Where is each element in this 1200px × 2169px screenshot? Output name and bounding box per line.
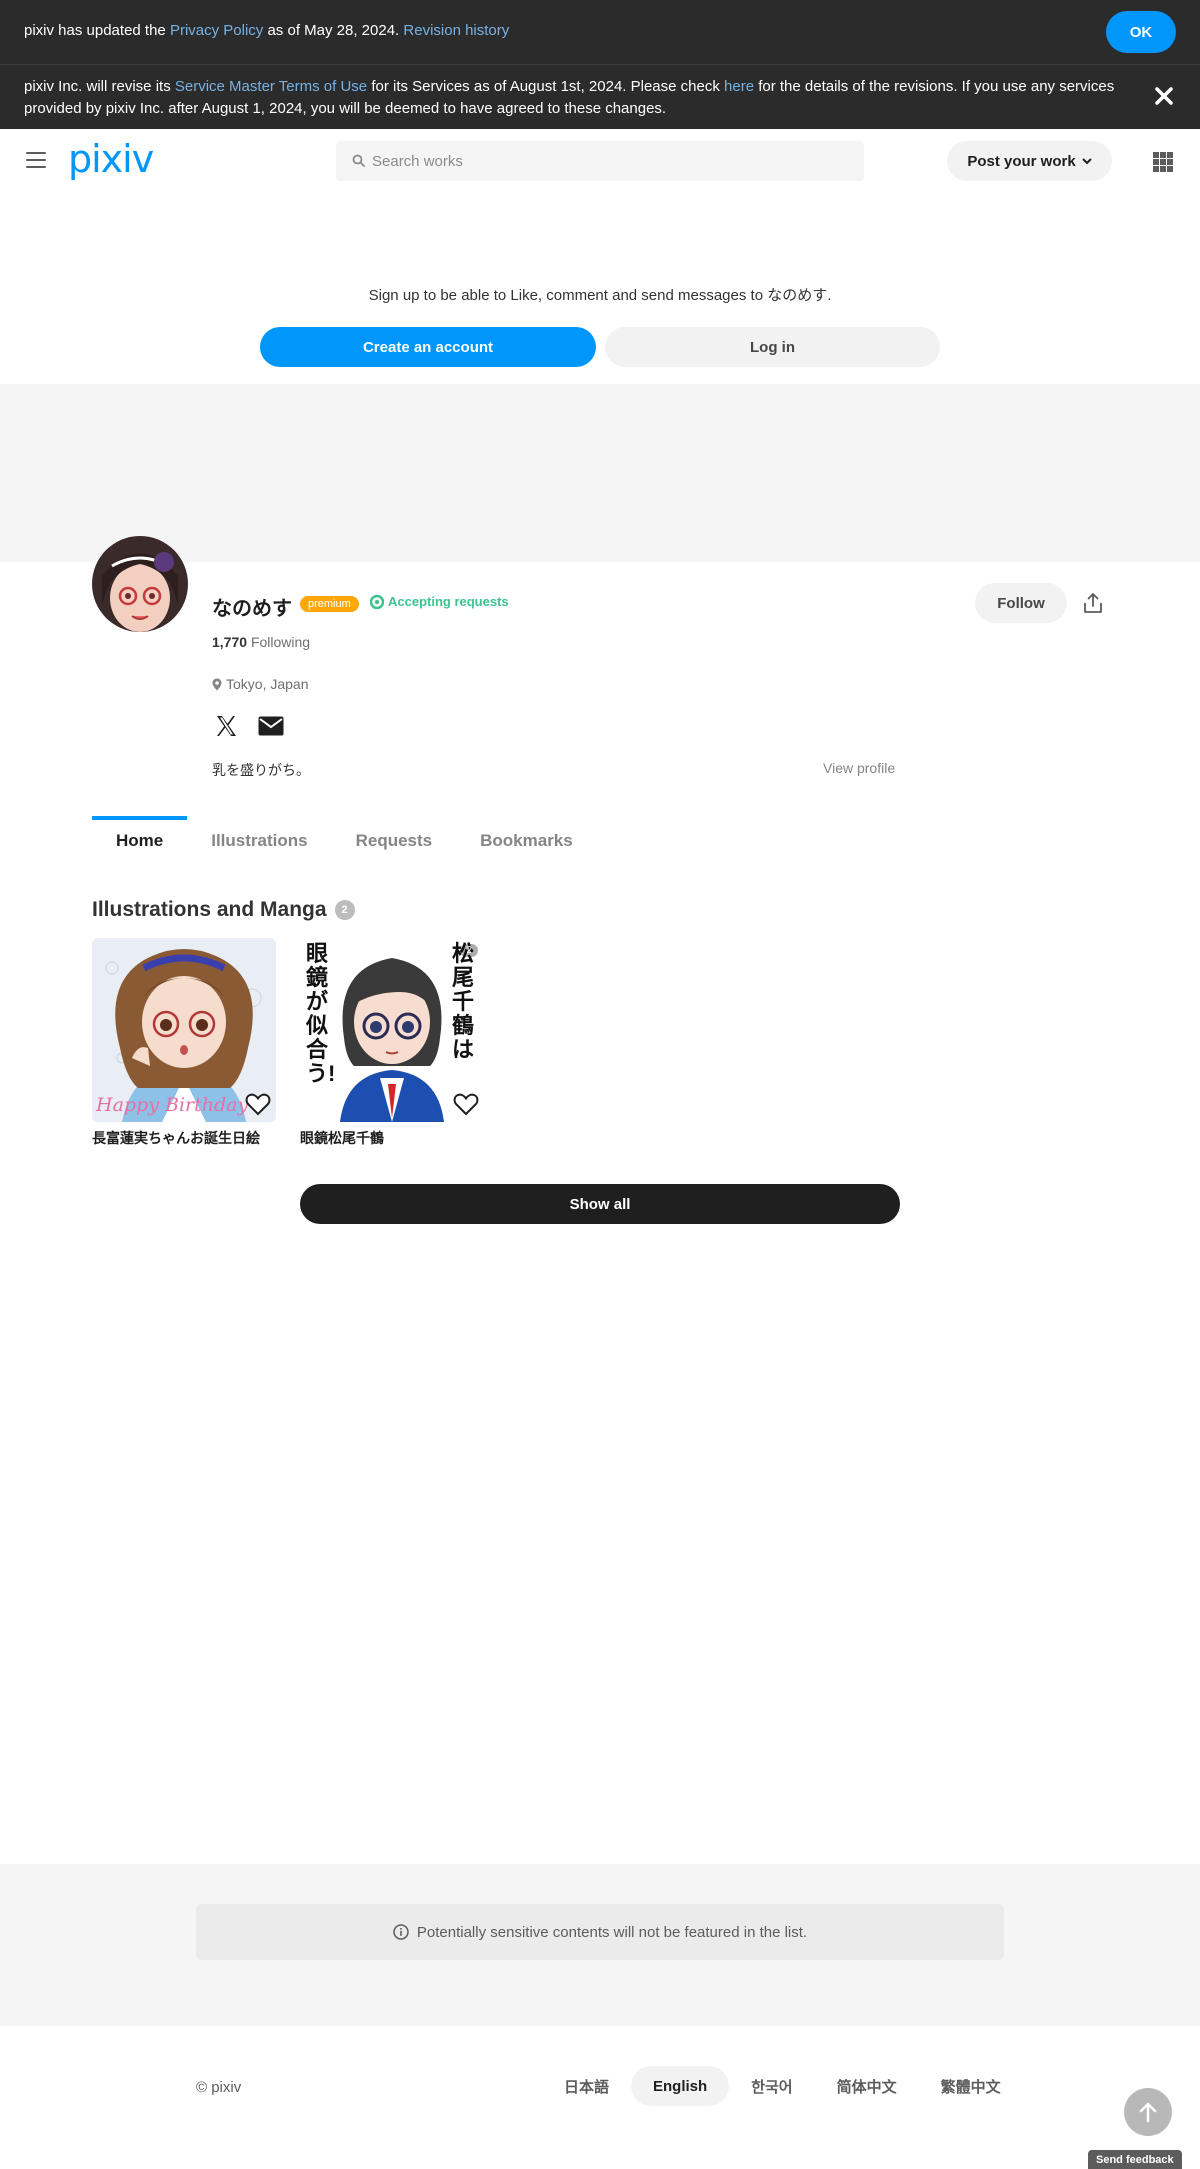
sensitive-notice: Potentially sensitive contents will not … bbox=[196, 1904, 1004, 1960]
post-your-work-label: Post your work bbox=[967, 152, 1076, 170]
search-icon bbox=[352, 154, 365, 167]
happy-birthday-caption: Happy Birthday bbox=[96, 1094, 249, 1116]
share-icon[interactable] bbox=[1082, 592, 1104, 614]
site-header: pixiv Post your work bbox=[0, 129, 1200, 193]
works-count-badge: 2 bbox=[334, 900, 355, 920]
lang-english[interactable]: English bbox=[631, 2066, 730, 2106]
terms-of-use-link[interactable]: Service Master Terms of Use bbox=[175, 78, 367, 95]
vertical-text-right: 松尾千鶴は bbox=[452, 941, 475, 1062]
ok-button[interactable]: OK bbox=[1106, 11, 1176, 53]
apps-grid-icon[interactable] bbox=[1153, 152, 1173, 172]
location-text: Tokyo, Japan bbox=[226, 676, 309, 692]
post-your-work-button[interactable]: Post your work bbox=[947, 141, 1112, 181]
page-count-badge: 2 bbox=[460, 944, 478, 957]
chevron-down-icon bbox=[1081, 158, 1092, 165]
arrow-up-icon bbox=[1139, 2102, 1157, 2123]
work-title[interactable]: 眼鏡松尾千鶴 bbox=[300, 1128, 484, 1148]
lang-japanese[interactable]: 日本語 bbox=[542, 2066, 631, 2106]
privacy-notice-prefix: pixiv has updated the bbox=[24, 22, 170, 39]
work-title[interactable]: 長富蓮実ちゃんお誕生日絵 bbox=[92, 1128, 276, 1148]
vertical-text-left: 眼鏡が似合う! bbox=[306, 941, 336, 1086]
info-icon bbox=[393, 1924, 409, 1940]
create-account-button[interactable]: Create an account bbox=[260, 327, 596, 367]
here-link[interactable]: here bbox=[724, 78, 754, 95]
accepting-requests-label: Accepting requests bbox=[388, 594, 509, 609]
signup-prompt: Sign up to be able to Like, comment and … bbox=[368, 287, 832, 304]
tab-home[interactable]: Home bbox=[92, 816, 188, 866]
location: Tokyo, Japan bbox=[212, 676, 309, 692]
mail-icon[interactable] bbox=[258, 716, 284, 736]
following-label: Following bbox=[250, 634, 311, 650]
work-thumbnail[interactable]: Happy Birthday bbox=[92, 938, 276, 1122]
terms-notice-middle: for its Services as of August 1st, 2024.… bbox=[367, 78, 725, 95]
work-card[interactable]: 眼鏡が似合う! 松尾千鶴は 2 眼鏡松尾千鶴 bbox=[300, 938, 484, 1148]
heart-icon[interactable] bbox=[244, 1090, 272, 1118]
tab-requests[interactable]: Requests bbox=[332, 816, 457, 866]
copyright: © pixiv bbox=[196, 2079, 242, 2096]
scroll-to-top-button[interactable] bbox=[1124, 2088, 1172, 2136]
sensitive-notice-text: Potentially sensitive contents will not … bbox=[416, 1923, 808, 1941]
request-icon bbox=[370, 594, 384, 609]
work-thumbnail[interactable]: 眼鏡が似合う! 松尾千鶴は 2 bbox=[300, 938, 484, 1122]
site-footer: © pixiv 日本語 English 한국어 简体中文 繁體中文 Send f… bbox=[0, 2026, 1200, 2169]
terms-notice-text: pixiv Inc. will revise its Service Maste… bbox=[24, 76, 1134, 120]
tab-bookmarks[interactable]: Bookmarks bbox=[456, 816, 597, 866]
privacy-notice-bar: pixiv has updated the Privacy Policy as … bbox=[0, 0, 1200, 64]
user-name: なのめす bbox=[212, 598, 292, 620]
pixiv-logo[interactable]: pixiv bbox=[68, 137, 154, 181]
premium-badge: premium bbox=[300, 596, 359, 612]
profile-bio: 乳を盛りがち。 bbox=[212, 762, 310, 778]
terms-notice-bar: pixiv Inc. will revise its Service Maste… bbox=[0, 64, 1200, 129]
revision-history-link[interactable]: Revision history bbox=[403, 22, 509, 39]
lang-traditional-chinese[interactable]: 繁體中文 bbox=[919, 2066, 1023, 2106]
login-button[interactable]: Log in bbox=[605, 327, 940, 367]
lang-korean[interactable]: 한국어 bbox=[729, 2066, 814, 2106]
privacy-notice-middle: as of May 28, 2024. bbox=[263, 22, 404, 39]
send-feedback-button[interactable]: Send feedback bbox=[1088, 2150, 1182, 2169]
profile-tabs: Home Illustrations Requests Bookmarks bbox=[92, 816, 597, 866]
avatar[interactable] bbox=[92, 536, 188, 632]
tab-illustrations[interactable]: Illustrations bbox=[187, 816, 331, 866]
heart-icon[interactable] bbox=[452, 1090, 480, 1118]
follow-button[interactable]: Follow bbox=[975, 583, 1067, 623]
close-icon[interactable] bbox=[1154, 86, 1174, 106]
menu-icon[interactable] bbox=[26, 152, 46, 168]
search-input[interactable] bbox=[372, 141, 852, 181]
following-count[interactable]: 1,770 Following bbox=[212, 634, 310, 650]
section-title-text: Illustrations and Manga bbox=[92, 898, 327, 921]
privacy-policy-link[interactable]: Privacy Policy bbox=[170, 22, 263, 39]
location-pin-icon bbox=[212, 678, 222, 690]
work-card[interactable]: Happy Birthday 長富蓮実ちゃんお誕生日絵 bbox=[92, 938, 276, 1148]
x-twitter-icon[interactable] bbox=[214, 714, 238, 738]
following-number: 1,770 bbox=[212, 634, 248, 650]
search-box[interactable] bbox=[336, 141, 864, 181]
profile-cover bbox=[0, 384, 1200, 562]
view-profile-link[interactable]: View profile bbox=[823, 760, 895, 776]
language-switcher: 日本語 English 한국어 简体中文 繁體中文 bbox=[542, 2066, 1023, 2106]
terms-notice-prefix: pixiv Inc. will revise its bbox=[24, 78, 175, 95]
accepting-requests-badge[interactable]: Accepting requests bbox=[370, 594, 509, 609]
show-all-button[interactable]: Show all bbox=[300, 1184, 900, 1224]
privacy-notice-text: pixiv has updated the Privacy Policy as … bbox=[24, 22, 509, 39]
section-title: Illustrations and Manga 2 bbox=[92, 898, 355, 922]
sensitive-notice-area: Potentially sensitive contents will not … bbox=[0, 1864, 1200, 2026]
lang-simplified-chinese[interactable]: 简体中文 bbox=[815, 2066, 919, 2106]
